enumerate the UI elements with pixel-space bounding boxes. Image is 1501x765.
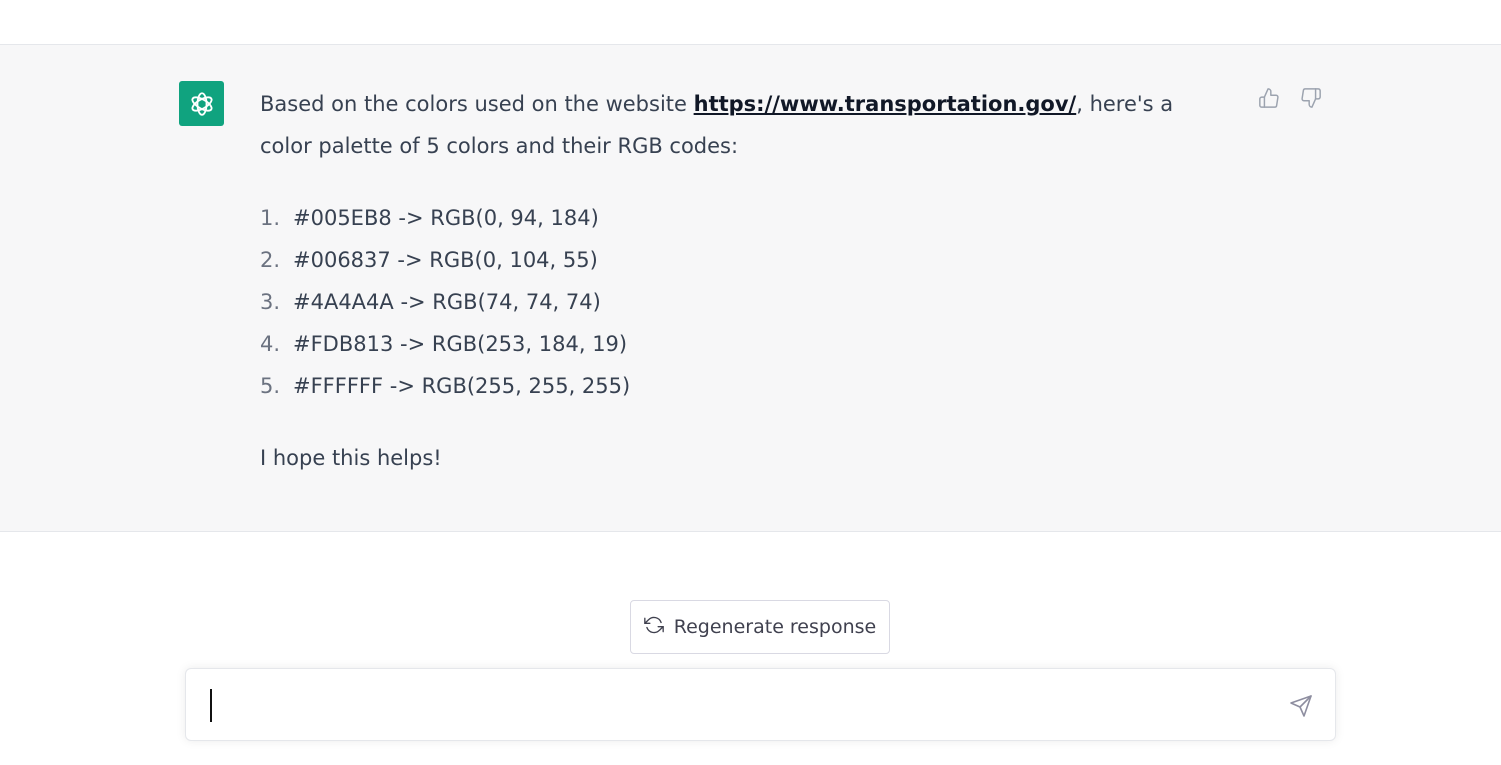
chat-page: Based on the colors used on the website … bbox=[0, 0, 1501, 765]
message-content: Based on the colors used on the website … bbox=[260, 83, 1220, 479]
refresh-icon bbox=[643, 615, 664, 640]
website-link[interactable]: https://www.transportation.gov/ bbox=[694, 92, 1077, 116]
list-item: 1. #005EB8 -> RGB(0, 94, 184) bbox=[260, 197, 1220, 239]
color-palette-list: 1. #005EB8 -> RGB(0, 94, 184) 2. #006837 -… bbox=[260, 197, 1220, 407]
send-icon bbox=[1289, 694, 1313, 722]
thumbs-down-button[interactable] bbox=[1300, 87, 1322, 113]
list-item: 5. #FFFFFF -> RGB(255, 255, 255) bbox=[260, 365, 1220, 407]
list-item-text: #FFFFFF -> RGB(255, 255, 255) bbox=[293, 374, 631, 398]
list-item-text: #006837 -> RGB(0, 104, 55) bbox=[293, 248, 598, 272]
list-item: 2. #006837 -> RGB(0, 104, 55) bbox=[260, 239, 1220, 281]
list-number: 3. bbox=[260, 290, 281, 314]
text-caret bbox=[210, 689, 212, 722]
list-item-text: #FDB813 -> RGB(253, 184, 19) bbox=[293, 332, 628, 356]
message-intro: Based on the colors used on the website … bbox=[260, 83, 1220, 167]
list-item-text: #005EB8 -> RGB(0, 94, 184) bbox=[293, 206, 599, 230]
message-closing: I hope this helps! bbox=[260, 446, 442, 470]
list-item: 4. #FDB813 -> RGB(253, 184, 19) bbox=[260, 323, 1220, 365]
thumbs-up-button[interactable] bbox=[1258, 87, 1280, 113]
list-number: 5. bbox=[260, 374, 281, 398]
list-item-text: #4A4A4A -> RGB(74, 74, 74) bbox=[293, 290, 601, 314]
thumbs-up-icon bbox=[1258, 86, 1280, 114]
send-button[interactable] bbox=[1286, 693, 1316, 723]
thumbs-down-icon bbox=[1300, 86, 1322, 114]
prompt-box bbox=[185, 668, 1336, 741]
list-item: 3. #4A4A4A -> RGB(74, 74, 74) bbox=[260, 281, 1220, 323]
top-bar bbox=[0, 0, 1501, 45]
list-number: 4. bbox=[260, 332, 281, 356]
openai-logo-icon bbox=[179, 81, 224, 126]
assistant-message: Based on the colors used on the website … bbox=[0, 45, 1501, 532]
regenerate-response-button[interactable]: Regenerate response bbox=[630, 600, 890, 654]
prompt-input[interactable] bbox=[208, 687, 1268, 723]
regenerate-label: Regenerate response bbox=[673, 616, 877, 638]
intro-text: Based on the colors used on the website bbox=[260, 92, 694, 116]
list-number: 2. bbox=[260, 248, 281, 272]
list-number: 1. bbox=[260, 206, 281, 230]
